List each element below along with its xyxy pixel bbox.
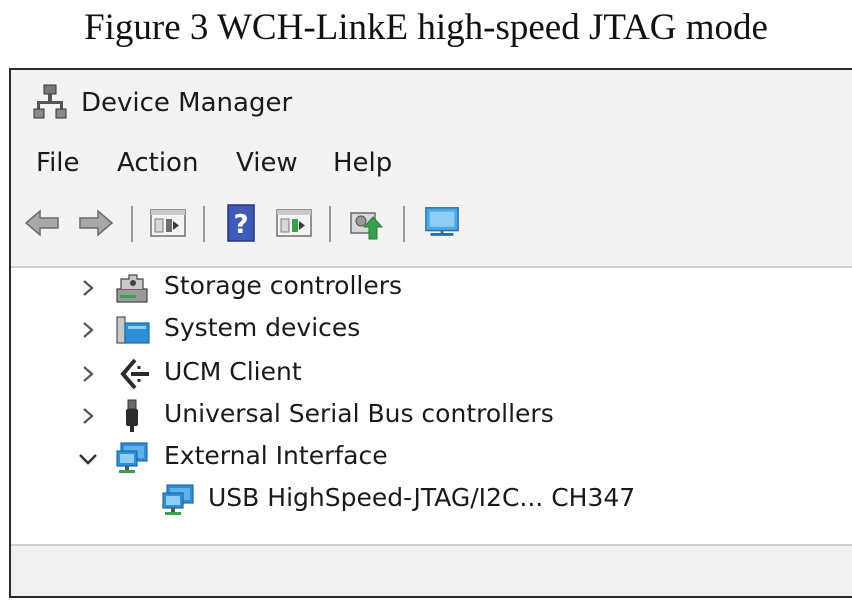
chevron-right-icon[interactable] xyxy=(77,363,99,385)
usb-icon xyxy=(115,399,149,433)
tree-item-label: External Interface xyxy=(164,441,388,470)
system-devices-icon xyxy=(115,313,150,347)
menu-action[interactable]: Action xyxy=(117,148,198,178)
menu-view[interactable]: View xyxy=(236,148,298,178)
tree-item-ch347-device[interactable]: USB HighSpeed-JTAG/I2C... CH347 xyxy=(11,480,852,520)
toolbar-separator xyxy=(403,206,405,242)
status-bar xyxy=(11,544,852,596)
update-driver-icon[interactable] xyxy=(347,204,385,242)
tree-item-label: Storage controllers xyxy=(164,271,403,300)
help-icon[interactable]: ? xyxy=(223,204,261,242)
window-title: Device Manager xyxy=(81,88,293,118)
properties-icon[interactable] xyxy=(149,204,187,242)
toolbar: ? xyxy=(11,198,852,248)
chevron-right-icon[interactable] xyxy=(77,319,99,341)
show-hide-icon[interactable] xyxy=(275,204,313,242)
storage-controller-icon xyxy=(115,271,149,305)
menu-help[interactable]: Help xyxy=(333,148,392,178)
device-manager-icon xyxy=(33,84,67,120)
forward-arrow-icon[interactable] xyxy=(77,204,115,242)
back-arrow-icon[interactable] xyxy=(23,204,61,242)
device-tree: Storage controllers System devices UCM C… xyxy=(11,266,852,544)
chevron-right-icon[interactable] xyxy=(77,405,99,427)
toolbar-separator xyxy=(329,206,331,242)
tree-item-label: Universal Serial Bus controllers xyxy=(164,399,554,428)
title-bar: Device Manager xyxy=(11,70,852,138)
toolbar-separator xyxy=(131,206,133,242)
network-icon xyxy=(115,441,149,475)
device-manager-window: Device Manager File Action View Help ? S… xyxy=(9,68,852,598)
chevron-right-icon[interactable] xyxy=(77,277,99,299)
tree-item-label: System devices xyxy=(164,313,361,342)
tree-item-system-devices[interactable]: System devices xyxy=(11,310,852,350)
network-icon xyxy=(161,483,195,517)
scan-hardware-icon[interactable] xyxy=(423,204,461,242)
tree-item-storage-controllers[interactable]: Storage controllers xyxy=(11,268,852,308)
tree-item-label: USB HighSpeed-JTAG/I2C... CH347 xyxy=(208,483,636,512)
svg-text:?: ? xyxy=(233,210,248,240)
tree-item-label: UCM Client xyxy=(164,357,302,386)
menu-bar: File Action View Help xyxy=(11,144,852,188)
toolbar-separator xyxy=(203,206,205,242)
tree-item-external-interface[interactable]: External Interface xyxy=(11,438,852,478)
ucm-client-icon xyxy=(117,357,151,391)
menu-file[interactable]: File xyxy=(36,148,80,178)
tree-item-usb-controllers[interactable]: Universal Serial Bus controllers xyxy=(11,396,852,436)
figure-caption: Figure 3 WCH-LinkE high-speed JTAG mode xyxy=(84,7,768,48)
tree-item-ucm-client[interactable]: UCM Client xyxy=(11,354,852,394)
chevron-down-icon[interactable] xyxy=(77,448,99,470)
